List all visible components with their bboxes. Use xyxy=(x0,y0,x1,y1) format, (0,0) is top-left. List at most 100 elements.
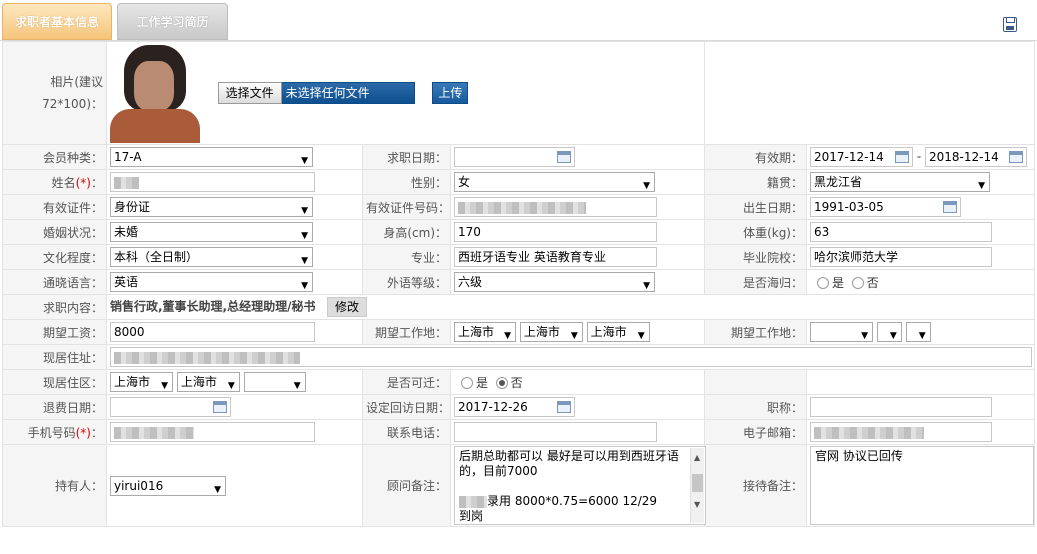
expect2-province-select[interactable]: ▼ xyxy=(810,322,873,342)
id-type-select[interactable]: 身份证 ▼ xyxy=(110,197,313,217)
job-content-value: 销售行政,董事长助理,总经理助理/秘书 xyxy=(110,299,316,314)
member-type-select[interactable]: 17-A ▼ xyxy=(110,147,313,167)
expect2-district-select[interactable]: ▼ xyxy=(905,322,931,342)
revisit-date-label: 设定回访日期： xyxy=(362,394,451,420)
relocate-empty xyxy=(704,369,807,395)
expect2-city-select[interactable]: ▼ xyxy=(876,322,902,342)
gender-label: 性别： xyxy=(362,169,451,195)
tab-resume[interactable]: 工作学习简历 xyxy=(117,3,228,40)
expect-place2-label: 期望工作地： xyxy=(704,319,807,345)
major-label: 专业： xyxy=(362,244,451,270)
holder-select[interactable]: yirui016 ▼ xyxy=(110,475,226,496)
language-select[interactable]: 英语 ▼ xyxy=(110,272,313,292)
scroll-down-icon[interactable]: ▼ xyxy=(694,497,700,512)
height-input[interactable]: 170 xyxy=(454,222,657,242)
education-select[interactable]: 本科（全日制） ▼ xyxy=(110,247,313,267)
apply-date-label: 求职日期： xyxy=(362,144,451,170)
education-label: 文化程度： xyxy=(2,244,107,270)
relocate-label: 是否可迁： xyxy=(362,369,451,395)
address-input[interactable] xyxy=(110,347,1032,367)
refund-date-input[interactable] xyxy=(110,397,231,417)
revisit-date-input[interactable]: 2017-12-26 xyxy=(454,397,575,417)
birth-date-label: 出生日期： xyxy=(704,194,807,220)
consultant-note-scrollbar[interactable]: ▲ ▼ xyxy=(690,448,704,523)
tab-basic-info[interactable]: 求职者基本信息 xyxy=(2,3,112,40)
salary-input[interactable]: 8000 xyxy=(110,322,315,342)
district-province-select[interactable]: 上海市 ▼ xyxy=(110,372,173,392)
returnee-yes-label: 是 xyxy=(832,275,845,290)
district-city-select[interactable]: 上海市 ▼ xyxy=(176,372,240,392)
expect-city-select[interactable]: 上海市 ▼ xyxy=(519,322,583,342)
district-label: 现居住区： xyxy=(2,369,107,395)
calendar-icon[interactable] xyxy=(213,401,227,413)
save-icon[interactable] xyxy=(1003,17,1017,32)
job-content-label: 求职内容： xyxy=(2,294,107,320)
height-label: 身高(cm)： xyxy=(362,219,451,245)
calendar-icon[interactable] xyxy=(557,151,571,163)
birth-date-input[interactable]: 1991-03-05 xyxy=(810,197,961,217)
mobile-input[interactable] xyxy=(110,422,315,442)
major-input[interactable]: 西班牙语专业 英语教育专业 xyxy=(454,247,657,267)
name-label: 姓名(*)： xyxy=(2,169,107,195)
calendar-icon[interactable] xyxy=(557,401,571,413)
photo-label: 相片(建议72*100)： xyxy=(2,41,107,145)
relocate-no-label: 否 xyxy=(510,375,523,390)
email-input[interactable] xyxy=(810,422,992,442)
phone-input[interactable] xyxy=(454,422,657,442)
relocate-empty-field xyxy=(806,369,1035,395)
school-label: 毕业院校： xyxy=(704,244,807,270)
returnee-no-label: 否 xyxy=(866,275,879,290)
weight-label: 体重(kg)： xyxy=(704,219,807,245)
title-input[interactable] xyxy=(810,397,992,417)
expect-place-label: 期望工作地： xyxy=(362,319,451,345)
tab-bar: 求职者基本信息 工作学习简历 xyxy=(0,0,1037,41)
reception-note-textarea[interactable]: 官网 协议已回传 xyxy=(810,446,1034,525)
valid-from-input[interactable]: 2017-12-14 xyxy=(810,147,913,167)
marital-label: 婚姻状况： xyxy=(2,219,107,245)
calendar-icon[interactable] xyxy=(1009,151,1023,163)
returnee-no-radio[interactable] xyxy=(851,277,864,289)
id-type-label: 有效证件： xyxy=(2,194,107,220)
photo-empty-cell xyxy=(704,41,1035,145)
expect-district-select[interactable]: 上海市 ▼ xyxy=(586,322,650,342)
title-label: 职称： xyxy=(704,394,807,420)
member-type-label: 会员种类： xyxy=(2,144,107,170)
weight-input[interactable]: 63 xyxy=(810,222,992,242)
foreign-level-select[interactable]: 六级 ▼ xyxy=(454,272,655,292)
native-place-select[interactable]: 黑龙江省 ▼ xyxy=(810,172,990,192)
native-place-label: 籍贯： xyxy=(704,169,807,195)
photo-image xyxy=(110,43,200,143)
valid-to-input[interactable]: 2018-12-14 xyxy=(925,147,1027,167)
phone-label: 联系电话： xyxy=(362,419,451,445)
salary-label: 期望工资： xyxy=(2,319,107,345)
relocate-yes-radio[interactable] xyxy=(461,377,473,389)
consultant-note-textarea[interactable]: 后期总助都可以 最好是可以用到西班牙语的，目前7000 录用 8000*0.75… xyxy=(454,446,706,525)
holder-label: 持有人： xyxy=(2,444,107,527)
school-input[interactable]: 哈尔滨师范大学 xyxy=(810,247,992,267)
file-status: 未选择任何文件 xyxy=(281,82,415,104)
calendar-icon[interactable] xyxy=(895,151,909,163)
scroll-up-icon[interactable]: ▲ xyxy=(694,450,700,465)
address-label: 现居住址： xyxy=(2,344,107,370)
relocate-no-radio[interactable] xyxy=(495,377,508,389)
valid-period-separator: - xyxy=(916,149,922,164)
language-label: 通晓语言： xyxy=(2,269,107,295)
gender-select[interactable]: 女 ▼ xyxy=(454,172,655,192)
calendar-icon[interactable] xyxy=(943,201,957,213)
edit-job-content-button[interactable]: 修改 xyxy=(326,297,367,317)
applicant-form: 相片(建议72*100)： 选择文件 未选择任何文件 上传 会员种类： 17-A ▼… xyxy=(2,41,1035,527)
consultant-note-label: 顾问备注： xyxy=(362,444,451,527)
returnee-yes-radio[interactable] xyxy=(817,277,829,289)
valid-period-label: 有效期： xyxy=(704,144,807,170)
reception-note-label: 接待备注： xyxy=(704,444,807,527)
id-number-label: 有效证件号码： xyxy=(362,194,451,220)
id-number-input[interactable] xyxy=(454,197,657,217)
name-input[interactable] xyxy=(110,172,315,192)
marital-select[interactable]: 未婚 ▼ xyxy=(110,222,313,242)
choose-file-button[interactable]: 选择文件 xyxy=(217,82,282,104)
expect-province-select[interactable]: 上海市 ▼ xyxy=(454,322,516,342)
email-label: 电子邮箱： xyxy=(704,419,807,445)
apply-date-input[interactable] xyxy=(454,147,575,167)
district-area-select[interactable]: ▼ xyxy=(243,372,306,392)
upload-button[interactable]: 上传 xyxy=(432,82,469,104)
